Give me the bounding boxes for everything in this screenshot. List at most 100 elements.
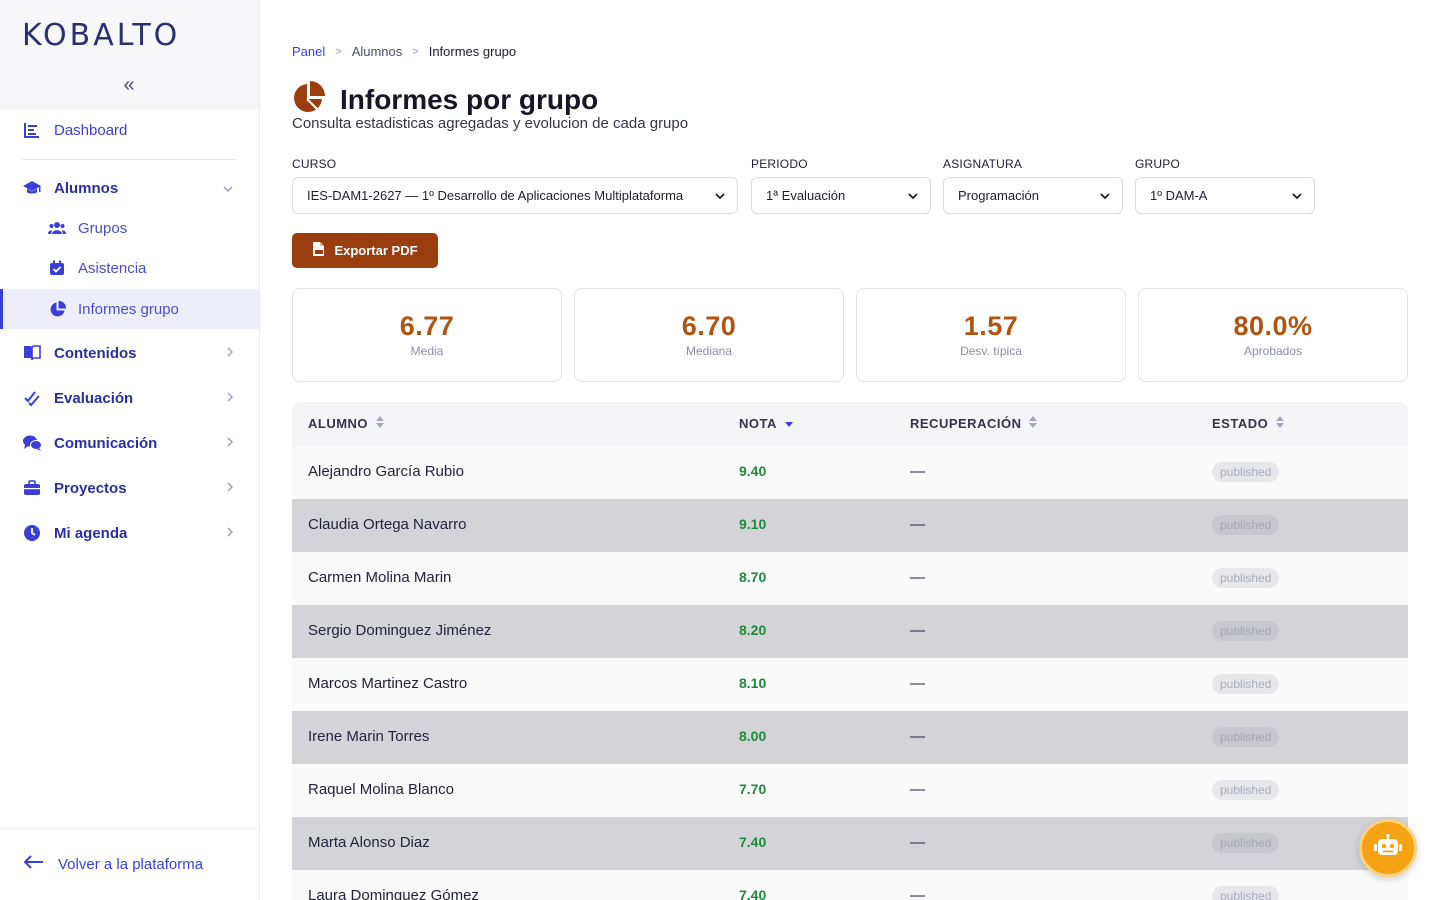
stat-card-desv-tipica: 1.57 Desv. típica (856, 288, 1126, 382)
collapse-sidebar-button[interactable]: « (118, 74, 140, 100)
back-link-label: Volver a la plataforma (58, 856, 204, 873)
pie-chart-icon (48, 300, 66, 318)
table-row[interactable]: Laura Dominguez Gómez 7.40 — published (292, 870, 1408, 900)
sidebar-divider (22, 159, 236, 160)
cell-recuperacion: — (910, 516, 925, 533)
cell-alumno: Irene Marin Torres (308, 728, 430, 745)
sidebar-item-informes-grupo[interactable]: Informes grupo (0, 289, 259, 329)
grupo-select[interactable]: 1º DAM-A (1135, 177, 1315, 214)
sidebar-item-comunicacion[interactable]: Comunicación (0, 423, 259, 463)
chevron-right-icon (227, 391, 234, 405)
cell-nota: 8.70 (739, 569, 767, 585)
cell-recuperacion: — (910, 569, 925, 586)
sidebar-item-mi-agenda[interactable]: Mi agenda (0, 513, 259, 553)
column-header-nota[interactable]: NOTA (739, 416, 793, 431)
stat-caption: Aprobados (1243, 344, 1303, 358)
table-row[interactable]: Sergio Dominguez Jiménez 8.20 — publishe… (292, 605, 1408, 658)
sidebar-item-asistencia[interactable]: Asistencia (0, 248, 259, 288)
stat-caption: Media (410, 344, 444, 358)
table-row[interactable]: Marta Alonso Diaz 7.40 — published (292, 817, 1408, 870)
chevron-down-icon (715, 189, 725, 204)
cell-nota: 8.00 (739, 728, 767, 744)
cell-nota: 8.10 (739, 675, 767, 691)
stat-caption: Mediana (685, 344, 733, 358)
curso-select[interactable]: IES-DAM1-2627 — 1º Desarrollo de Aplicac… (292, 177, 738, 214)
column-header-recuperacion[interactable]: RECUPERACIÓN (910, 416, 1038, 431)
grades-table: ALUMNO NOTA RECUPERACIÓN ESTADO Alejandr… (292, 402, 1408, 900)
comments-icon (22, 433, 42, 453)
export-pdf-label: Exportar PDF (334, 243, 418, 258)
clock-icon (22, 523, 42, 543)
chevron-down-icon (908, 189, 918, 204)
cell-recuperacion: — (910, 834, 925, 851)
cell-alumno: Claudia Ortega Navarro (308, 516, 467, 533)
column-header-alumno[interactable]: ALUMNO (308, 416, 385, 431)
table-header: ALUMNO NOTA RECUPERACIÓN ESTADO (292, 402, 1408, 446)
arrow-left-icon (23, 855, 44, 874)
cell-alumno: Laura Dominguez Gómez (308, 887, 479, 900)
brand-logo[interactable]: KOBALTO (22, 18, 180, 53)
sidebar-item-label: Alumnos (54, 179, 119, 197)
filter-label: CURSO (292, 157, 337, 171)
sidebar-item-label: Evaluación (54, 389, 134, 407)
table-row[interactable]: Carmen Molina Marin 8.70 — published (292, 552, 1408, 605)
chevron-down-icon (1100, 189, 1110, 204)
chevron-down-icon (223, 181, 233, 195)
dashboard-icon (22, 120, 42, 140)
table-row[interactable]: Claudia Ortega Navarro 9.10 — published (292, 499, 1408, 552)
breadcrumb-alumnos[interactable]: Alumnos (352, 44, 403, 59)
cell-recuperacion: — (910, 622, 925, 639)
sidebar-item-grupos[interactable]: Grupos (0, 208, 259, 248)
page-header: Informes por grupo (292, 80, 598, 119)
sidebar-item-label: Asistencia (78, 259, 147, 277)
status-badge: published (1212, 780, 1280, 800)
file-pdf-icon (312, 241, 326, 260)
cell-recuperacion: — (910, 781, 925, 798)
status-badge: published (1212, 886, 1280, 900)
column-header-label: RECUPERACIÓN (910, 416, 1022, 431)
cell-nota: 9.10 (739, 516, 767, 532)
chevron-right-icon: > (412, 45, 419, 58)
sidebar-item-alumnos[interactable]: Alumnos (0, 168, 259, 208)
breadcrumb-home[interactable]: Panel (292, 44, 325, 59)
sidebar-item-contenidos[interactable]: Contenidos (0, 333, 259, 373)
filter-grupo: GRUPO 1º DAM-A (1135, 157, 1315, 214)
cell-recuperacion: — (910, 728, 925, 745)
status-badge: published (1212, 462, 1280, 482)
stat-value: 6.70 (681, 311, 737, 341)
stat-card-media: 6.77 Media (292, 288, 562, 382)
sidebar-item-evaluacion[interactable]: Evaluación (0, 378, 259, 418)
sidebar-item-proyectos[interactable]: Proyectos (0, 468, 259, 508)
table-row[interactable]: Irene Marin Torres 8.00 — published (292, 711, 1408, 764)
table-row[interactable]: Alejandro García Rubio 9.40 — published (292, 446, 1408, 499)
sort-icon (376, 416, 385, 431)
asignatura-select[interactable]: Programación (943, 177, 1123, 214)
sidebar-item-label: Informes grupo (78, 300, 179, 318)
stat-caption: Desv. típica (960, 344, 1022, 358)
periodo-select[interactable]: 1ª Evaluación (751, 177, 931, 214)
stat-value: 6.77 (399, 311, 455, 341)
select-value: 1º DAM-A (1150, 188, 1208, 203)
sort-icon (1029, 416, 1038, 431)
breadcrumb-current: Informes grupo (428, 44, 517, 59)
graduation-cap-icon (22, 178, 42, 198)
column-header-estado[interactable]: ESTADO (1212, 416, 1285, 431)
breadcrumb: Panel > Alumnos > Informes grupo (292, 44, 516, 59)
main-content: Panel > Alumnos > Informes grupo Informe… (292, 0, 1408, 900)
table-row[interactable]: Marcos Martinez Castro 8.10 — published (292, 658, 1408, 711)
column-header-label: ESTADO (1212, 416, 1269, 431)
cell-nota: 9.40 (739, 463, 767, 479)
assistant-button[interactable] (1359, 819, 1417, 877)
back-to-platform-link[interactable]: Volver a la plataforma (0, 828, 259, 900)
filter-periodo: PERIODO 1ª Evaluación (751, 157, 931, 214)
sidebar-item-label: Contenidos (54, 344, 137, 362)
export-pdf-button[interactable]: Exportar PDF (292, 233, 438, 268)
filter-curso: CURSO IES-DAM1-2627 — 1º Desarrollo de A… (292, 157, 738, 214)
cell-nota: 8.20 (739, 622, 767, 638)
cell-recuperacion: — (910, 675, 925, 692)
sort-desc-icon (784, 416, 793, 431)
users-icon (48, 219, 66, 237)
cell-recuperacion: — (910, 887, 925, 900)
sidebar-item-dashboard[interactable]: Dashboard (0, 110, 259, 150)
table-row[interactable]: Raquel Molina Blanco 7.70 — published (292, 764, 1408, 817)
